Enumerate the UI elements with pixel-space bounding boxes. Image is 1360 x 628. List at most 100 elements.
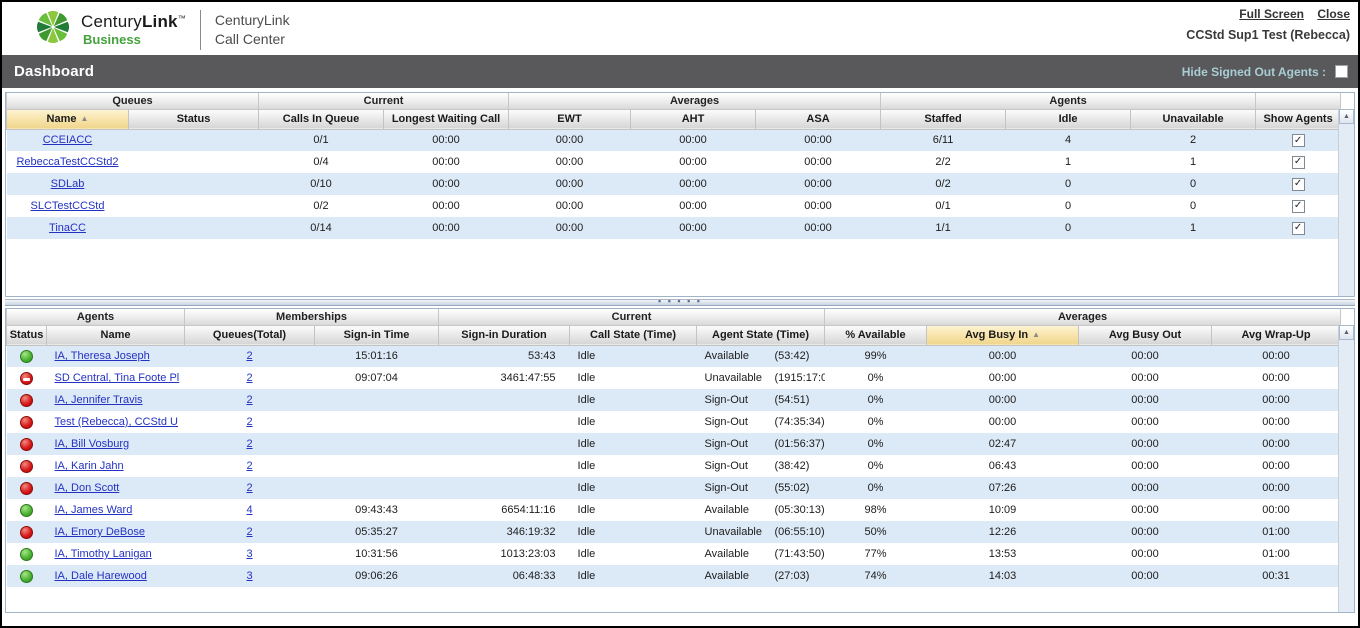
agents-col-header-sign-in-time[interactable]: Sign-in Time: [315, 325, 439, 345]
queues-col-header-staffed[interactable]: Staffed: [881, 109, 1006, 129]
agent-avg-wrap-up: 00:00: [1212, 433, 1341, 455]
queue-ewt: 00:00: [509, 195, 631, 217]
page-title: Dashboard: [14, 63, 94, 80]
show-agents-checkbox[interactable]: ✓: [1292, 222, 1305, 235]
agent-status-red-icon: [20, 416, 33, 429]
agent-queues-total-link[interactable]: 2: [246, 416, 252, 428]
agent-name-link[interactable]: IA, Bill Vosburg: [55, 438, 130, 450]
agent-sign-in-time: 15:01:16: [315, 345, 439, 367]
queues-col-header-idle[interactable]: Idle: [1006, 109, 1131, 129]
agents-col-header-sign-in-duration[interactable]: Sign-in Duration: [439, 325, 570, 345]
agent-sign-in-time: 09:43:43: [315, 499, 439, 521]
queue-calls-in-queue: 0/10: [259, 173, 384, 195]
scroll-up-icon[interactable]: ▲: [1339, 109, 1354, 124]
agent-name-link[interactable]: IA, Dale Harewood: [55, 570, 147, 582]
agent-sign-in-duration: [439, 389, 570, 411]
agent-avg-busy-out: 00:00: [1079, 521, 1212, 543]
queues-col-header-ewt[interactable]: EWT: [509, 109, 631, 129]
agent-state-time: Sign-Out(38:42): [697, 455, 825, 477]
queue-unavailable: 2: [1131, 129, 1256, 151]
agent-name-link[interactable]: Test (Rebecca), CCStd U: [55, 416, 178, 428]
queue-name-link[interactable]: TinaCC: [49, 222, 86, 234]
agent-sign-in-duration: 346:19:32: [439, 521, 570, 543]
agent-pct-available: 50%: [825, 521, 927, 543]
queue-calls-in-queue: 0/14: [259, 217, 384, 239]
agent-queues-total-link[interactable]: 2: [246, 350, 252, 362]
agents-col-header-name[interactable]: Name: [47, 325, 185, 345]
agent-name-link[interactable]: IA, Timothy Lanigan: [55, 548, 152, 560]
scroll-up-icon[interactable]: ▲: [1339, 325, 1354, 340]
agents-scrollbar[interactable]: ▲: [1338, 325, 1354, 612]
queue-name-link[interactable]: SLCTestCCStd: [31, 200, 105, 212]
agent-name-link[interactable]: IA, James Ward: [55, 504, 133, 516]
agents-col-header-queues-total[interactable]: Queues(Total): [185, 325, 315, 345]
agent-status-green-icon: [20, 504, 33, 517]
queue-ewt: 00:00: [509, 217, 631, 239]
hide-signed-out-checkbox[interactable]: [1335, 65, 1348, 78]
agent-avg-busy-in: 06:43: [927, 455, 1079, 477]
agents-group-header-current: Current: [439, 309, 825, 325]
agent-queues-total-link[interactable]: 3: [246, 548, 252, 560]
agents-col-header-call-state-time[interactable]: Call State (Time): [570, 325, 697, 345]
show-agents-checkbox[interactable]: ✓: [1292, 178, 1305, 191]
queue-name-link[interactable]: SDLab: [51, 178, 85, 190]
current-user-label: CCStd Sup1 Test (Rebecca): [1186, 28, 1350, 42]
agent-queues-total-link[interactable]: 3: [246, 570, 252, 582]
queues-col-header-status[interactable]: Status: [129, 109, 259, 129]
agents-col-header-avg-busy-out[interactable]: Avg Busy Out: [1079, 325, 1212, 345]
queues-col-header-calls-in-queue[interactable]: Calls In Queue: [259, 109, 384, 129]
queues-col-header-unavailable[interactable]: Unavailable: [1131, 109, 1256, 129]
agent-sign-in-duration: [439, 411, 570, 433]
agent-pct-available: 0%: [825, 433, 927, 455]
agent-queues-total-link[interactable]: 2: [246, 438, 252, 450]
queues-col-header-name[interactable]: Name▲: [7, 109, 129, 129]
agents-col-header-agent-state-time[interactable]: Agent State (Time): [697, 325, 825, 345]
agent-status-red-icon: [20, 438, 33, 451]
agent-queues-total-link[interactable]: 2: [246, 394, 252, 406]
agent-call-state: Idle: [570, 411, 697, 433]
full-screen-link[interactable]: Full Screen: [1239, 7, 1304, 21]
panel-splitter[interactable]: ▪ ▪ ▪ ▪ ▪: [5, 299, 1355, 306]
agent-name-link[interactable]: IA, Emory DeBose: [55, 526, 145, 538]
queues-col-header-longest-waiting-call[interactable]: Longest Waiting Call: [384, 109, 509, 129]
agent-avg-wrap-up: 00:00: [1212, 411, 1341, 433]
agent-row: IA, Jennifer Travis 2 Idle Sign-Out(54:5…: [7, 389, 1341, 411]
agent-name-link[interactable]: IA, Jennifer Travis: [55, 394, 143, 406]
queue-name-link[interactable]: CCEIACC: [43, 134, 93, 146]
sort-asc-icon: ▲: [81, 114, 89, 123]
agent-state-time: Available(71:43:50): [697, 543, 825, 565]
agent-call-state: Idle: [570, 433, 697, 455]
queues-group-header-agents: Agents: [881, 93, 1256, 109]
queue-asa: 00:00: [756, 151, 881, 173]
queue-row: CCEIACC 0/1 00:00 00:00 00:00 00:00 6/11…: [7, 129, 1341, 151]
queues-col-header-asa[interactable]: ASA: [756, 109, 881, 129]
show-agents-checkbox[interactable]: ✓: [1292, 134, 1305, 147]
queues-scrollbar[interactable]: ▲: [1338, 109, 1354, 296]
show-agents-checkbox[interactable]: ✓: [1292, 200, 1305, 213]
queue-asa: 00:00: [756, 173, 881, 195]
agent-pct-available: 0%: [825, 477, 927, 499]
agent-queues-total-link[interactable]: 2: [246, 482, 252, 494]
agent-name-link[interactable]: IA, Karin Jahn: [55, 460, 124, 472]
agent-name-link[interactable]: IA, Theresa Joseph: [55, 350, 150, 362]
agents-col-header-avg-wrap-up[interactable]: Avg Wrap-Up: [1212, 325, 1341, 345]
agent-queues-total-link[interactable]: 4: [246, 504, 252, 516]
agents-col-header-status[interactable]: Status: [7, 325, 47, 345]
queues-col-header-show-agents[interactable]: Show Agents: [1256, 109, 1341, 129]
agent-state-time: Unavailable(06:55:10): [697, 521, 825, 543]
agent-name-link[interactable]: SD Central, Tina Foote Pl: [55, 372, 180, 384]
agent-queues-total-link[interactable]: 2: [246, 460, 252, 472]
close-link[interactable]: Close: [1317, 7, 1350, 21]
agent-avg-busy-in: 00:00: [927, 345, 1079, 367]
agent-name-link[interactable]: IA, Don Scott: [55, 482, 120, 494]
agent-queues-total-link[interactable]: 2: [246, 526, 252, 538]
agents-col-header-available[interactable]: % Available: [825, 325, 927, 345]
agent-status-green-icon: [20, 548, 33, 561]
agent-queues-total-link[interactable]: 2: [246, 372, 252, 384]
queue-name-link[interactable]: RebeccaTestCCStd2: [16, 156, 118, 168]
agents-col-header-avg-busy-in[interactable]: Avg Busy In▲: [927, 325, 1079, 345]
queues-col-header-aht[interactable]: AHT: [631, 109, 756, 129]
agents-group-header-agents: Agents: [7, 309, 185, 325]
show-agents-checkbox[interactable]: ✓: [1292, 156, 1305, 169]
agent-avg-wrap-up: 00:00: [1212, 477, 1341, 499]
